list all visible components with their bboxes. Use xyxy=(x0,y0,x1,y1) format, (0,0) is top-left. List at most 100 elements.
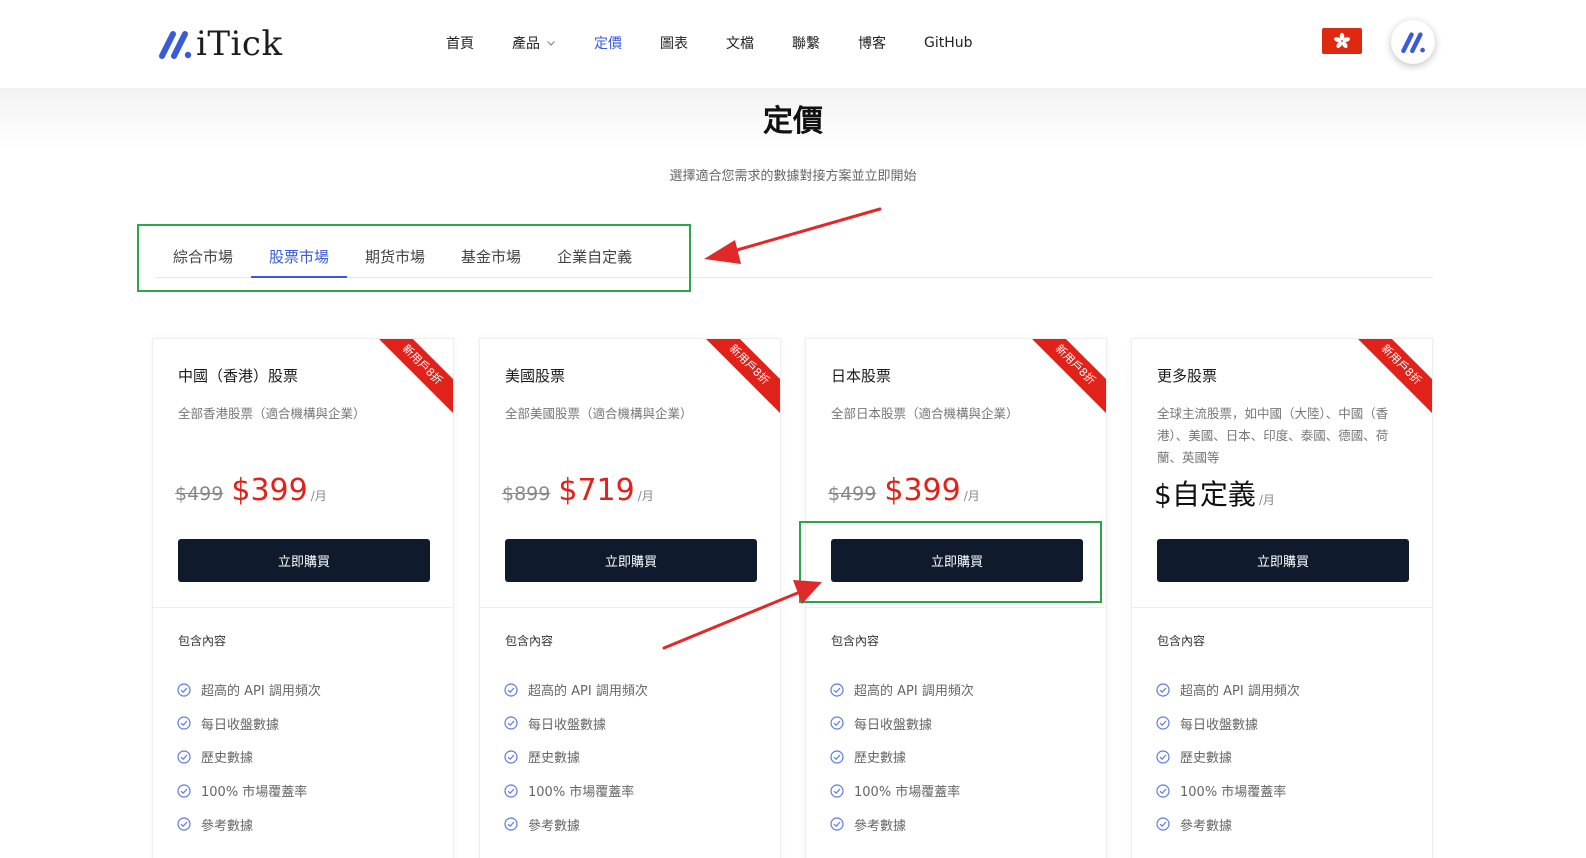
feature-text: 每日收盤數據 xyxy=(854,717,933,733)
check-circle-icon xyxy=(1156,783,1170,798)
check-circle-icon xyxy=(177,750,191,764)
annotation-arrowhead-tabs xyxy=(704,240,741,264)
nav-item-blog[interactable]: 博客 xyxy=(858,33,886,53)
plan-description: 全部日本股票（適合機構與企業） xyxy=(831,406,1019,421)
includes-heading: 包含內容 xyxy=(505,634,554,648)
billing-period: /月 xyxy=(310,489,327,503)
list-item: 每日收盤數據 xyxy=(830,707,974,741)
plan-description: 全部香港股票（適合機構與企業） xyxy=(178,406,366,421)
list-item: 100% 市場覆蓋率 xyxy=(1156,774,1300,808)
bauhinia-icon xyxy=(1334,32,1350,48)
list-item: 100% 市場覆蓋率 xyxy=(830,774,974,808)
check-circle-icon xyxy=(504,817,518,831)
nav-item-home[interactable]: 首頁 xyxy=(446,33,474,53)
check-circle-icon xyxy=(830,817,844,831)
feature-text: 參考數據 xyxy=(201,818,254,834)
feature-text: 參考數據 xyxy=(854,818,907,834)
check-circle-icon xyxy=(1156,817,1170,831)
feature-text: 100% 市場覆蓋率 xyxy=(528,785,635,801)
original-price: $499 xyxy=(828,483,877,505)
list-item: 歷史數據 xyxy=(177,740,321,774)
user-avatar[interactable] xyxy=(1391,20,1435,64)
original-price: $499 xyxy=(175,483,224,505)
nav-label: 定價 xyxy=(594,36,622,52)
check-circle-icon xyxy=(177,683,191,697)
list-item: 100% 市場覆蓋率 xyxy=(177,774,321,808)
feature-text: 超高的 API 調用頻次 xyxy=(528,684,648,700)
list-item: 每日收盤數據 xyxy=(177,707,321,741)
check-circle-icon xyxy=(1156,750,1170,764)
plan-description: 全部美國股票（適合機構與企業） xyxy=(505,406,693,421)
feature-text: 歷史數據 xyxy=(1180,751,1233,767)
nav-label: 聯繫 xyxy=(792,36,820,52)
check-circle-icon xyxy=(830,750,844,764)
nav-label: 首頁 xyxy=(446,36,474,52)
nav-item-docs[interactable]: 文檔 xyxy=(726,33,754,53)
buy-now-button[interactable]: 立即購買 xyxy=(1157,539,1409,582)
check-circle-icon xyxy=(830,783,844,798)
check-circle-icon xyxy=(504,750,518,764)
nav-item-pricing[interactable]: 定價 xyxy=(594,33,622,53)
buy-now-button[interactable]: 立即購買 xyxy=(505,539,757,582)
nav-item-charts[interactable]: 圖表 xyxy=(660,33,688,53)
plan-card-hk-stocks: 新用戶8折 中國（香港）股票 全部香港股票（適合機構與企業） $499 $399… xyxy=(152,338,454,858)
feature-text: 100% 市場覆蓋率 xyxy=(201,785,308,801)
check-circle-icon xyxy=(177,817,191,831)
card-divider xyxy=(153,607,453,608)
hong-kong-flag-icon[interactable] xyxy=(1322,28,1362,54)
annotation-box-buy-button xyxy=(799,521,1102,603)
plan-title: 日本股票 xyxy=(831,367,892,385)
billing-period: /月 xyxy=(963,489,980,503)
nav-item-products[interactable]: 產品 xyxy=(512,33,556,53)
card-divider xyxy=(1132,607,1432,608)
nav-label: 產品 xyxy=(512,36,540,52)
includes-heading: 包含內容 xyxy=(178,634,227,648)
nav-label: 文檔 xyxy=(726,36,754,52)
list-item: 每日收盤數據 xyxy=(504,707,648,741)
chevron-down-icon xyxy=(547,41,555,46)
list-item: 歷史數據 xyxy=(504,740,648,774)
plan-title: 更多股票 xyxy=(1157,367,1218,385)
feature-text: 歷史數據 xyxy=(201,751,254,767)
annotation-box-tabs xyxy=(137,224,691,292)
plan-title: 中國（香港）股票 xyxy=(178,367,299,385)
card-divider xyxy=(806,607,1106,608)
logo-mark-icon xyxy=(159,31,192,59)
price-row: $499 $399 /月 xyxy=(175,473,327,508)
custom-price: $自定義 xyxy=(1154,478,1256,511)
logo-text: iTick xyxy=(196,24,283,64)
check-circle-icon xyxy=(504,783,518,798)
buy-now-button[interactable]: 立即購買 xyxy=(178,539,430,582)
discounted-price: $399 xyxy=(884,473,961,508)
list-item: 參考數據 xyxy=(1156,807,1300,841)
list-item: 參考數據 xyxy=(177,807,321,841)
billing-period: /月 xyxy=(637,489,654,503)
plan-description: 全球主流股票，如中國（大陸）、中國（香港）、美國、日本、印度、泰國、德國、荷蘭、… xyxy=(1157,406,1389,465)
check-circle-icon xyxy=(830,683,844,697)
list-item: 歷史數據 xyxy=(1156,740,1300,774)
page-subtitle: 選擇適合您需求的數據對接方案並立即開始 xyxy=(669,169,917,184)
annotation-arrow-tabs xyxy=(728,207,882,254)
feature-text: 超高的 API 調用頻次 xyxy=(201,684,321,700)
discounted-price: $719 xyxy=(558,473,635,508)
feature-text: 每日收盤數據 xyxy=(528,717,607,733)
check-circle-icon xyxy=(1156,716,1170,730)
site-header: iTick 首頁 產品 定價 圖表 文檔 聯繫 博客 GitHub xyxy=(0,0,1586,88)
main-nav: 首頁 產品 定價 圖表 文檔 聯繫 博客 GitHub xyxy=(446,30,1011,56)
price-row: $自定義 /月 xyxy=(1154,473,1275,513)
feature-text: 參考數據 xyxy=(1180,818,1233,834)
nav-item-contact[interactable]: 聯繫 xyxy=(792,33,820,53)
feature-text: 100% 市場覆蓋率 xyxy=(1180,785,1287,801)
includes-heading: 包含內容 xyxy=(1157,634,1206,648)
feature-list: 超高的 API 調用頻次 每日收盤數據 歷史數據 100% 市場覆蓋率 參考數據 xyxy=(177,673,321,841)
list-item: 每日收盤數據 xyxy=(1156,707,1300,741)
feature-text: 每日收盤數據 xyxy=(201,717,280,733)
check-circle-icon xyxy=(830,716,844,730)
list-item: 超高的 API 調用頻次 xyxy=(177,673,321,707)
nav-item-github[interactable]: GitHub xyxy=(924,35,973,51)
check-circle-icon xyxy=(177,716,191,730)
list-item: 參考數據 xyxy=(504,807,648,841)
brand-logo[interactable]: iTick xyxy=(156,24,283,64)
plan-title: 美國股票 xyxy=(505,367,566,385)
check-circle-icon xyxy=(1156,683,1170,697)
